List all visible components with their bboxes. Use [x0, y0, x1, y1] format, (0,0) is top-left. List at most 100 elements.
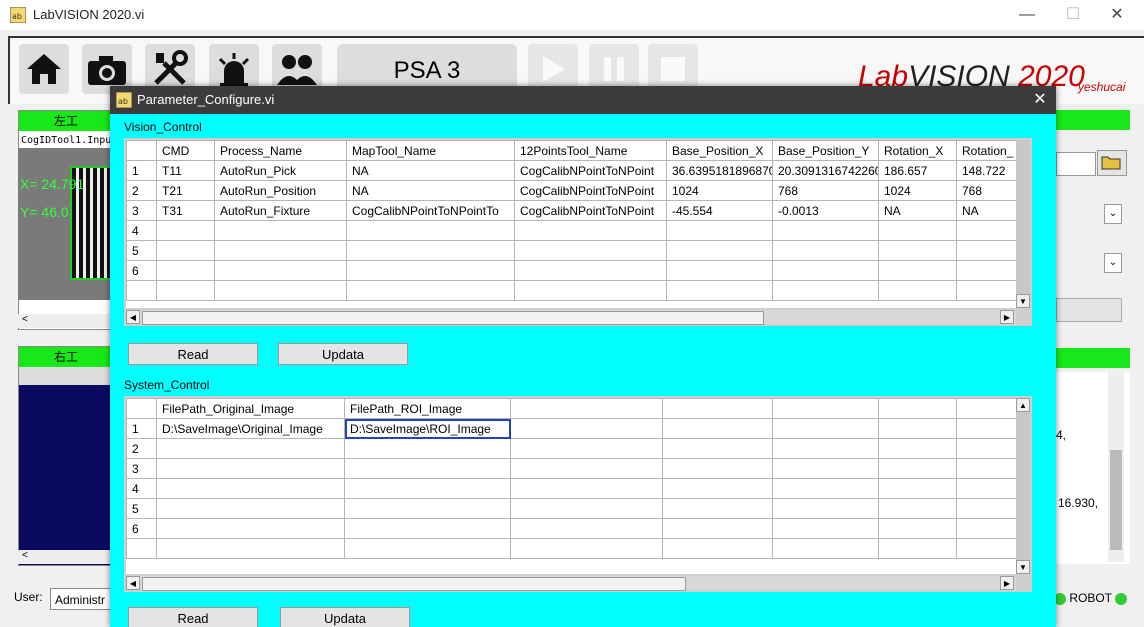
col-header-empty[interactable]: [878, 398, 957, 419]
empty-cell[interactable]: [346, 280, 515, 301]
vision-cell[interactable]: [772, 260, 879, 281]
vision-cell[interactable]: AutoRun_Fixture: [214, 200, 347, 221]
scroll-right-icon[interactable]: ▶: [1000, 310, 1014, 324]
system-cell[interactable]: [662, 438, 773, 459]
system-cell[interactable]: [662, 458, 773, 479]
system-cell[interactable]: [510, 418, 663, 439]
vision-cell[interactable]: [878, 220, 957, 241]
vision-cell[interactable]: 186.657: [878, 160, 957, 181]
system-hscroll-thumb[interactable]: [142, 577, 686, 591]
empty-cell[interactable]: [344, 538, 511, 559]
empty-cell[interactable]: [956, 538, 1016, 559]
vision-cell[interactable]: [878, 260, 957, 281]
system-cell[interactable]: [956, 518, 1016, 539]
vision-cell[interactable]: 20.3091316742260: [772, 160, 879, 181]
system-cell[interactable]: [662, 498, 773, 519]
vision-cell[interactable]: 768: [956, 180, 1016, 201]
empty-cell[interactable]: [126, 538, 157, 559]
empty-cell[interactable]: [214, 280, 347, 301]
empty-cell[interactable]: [956, 280, 1016, 301]
vision-cell[interactable]: 148.722: [956, 160, 1016, 181]
system-vscrollbar[interactable]: ▲ ▼: [1016, 398, 1030, 574]
close-button[interactable]: ✕: [1094, 0, 1140, 30]
vision-cell[interactable]: NA: [346, 180, 515, 201]
vision-hscroll-thumb[interactable]: [142, 311, 764, 325]
vision-hscrollbar[interactable]: ◀ ▶: [126, 310, 1016, 325]
vision-cell[interactable]: [666, 240, 773, 261]
system-cell[interactable]: [772, 438, 879, 459]
system-cell[interactable]: [156, 478, 345, 499]
col-header-empty[interactable]: [662, 398, 773, 419]
system-cell[interactable]: [344, 458, 511, 479]
system-cell[interactable]: [878, 478, 957, 499]
vision-cell[interactable]: CogCalibNPointToNPoint: [514, 200, 667, 221]
empty-cell[interactable]: [510, 538, 663, 559]
empty-cell[interactable]: [666, 280, 773, 301]
system-cell[interactable]: [662, 518, 773, 539]
system-cell[interactable]: [156, 438, 345, 459]
system-cell[interactable]: [662, 478, 773, 499]
system-cell[interactable]: [510, 518, 663, 539]
log-scroll-thumb[interactable]: [1110, 450, 1122, 550]
vision-cell[interactable]: [214, 240, 347, 261]
vision-cell[interactable]: [772, 220, 879, 241]
system-cell[interactable]: [156, 498, 345, 519]
vision-cell[interactable]: [514, 260, 667, 281]
col-header-rotation-x[interactable]: Rotation_X: [878, 140, 957, 161]
system-cell[interactable]: [510, 478, 663, 499]
home-button[interactable]: [19, 44, 69, 94]
system-cell[interactable]: [156, 458, 345, 479]
system-cell[interactable]: [772, 418, 879, 439]
empty-cell[interactable]: [126, 280, 157, 301]
system-cell[interactable]: [772, 518, 879, 539]
vision-cell[interactable]: NA: [956, 200, 1016, 221]
vision-cell[interactable]: [156, 260, 215, 281]
vision-cell[interactable]: [156, 220, 215, 241]
vision-cell[interactable]: -45.554: [666, 200, 773, 221]
vision-cell[interactable]: [772, 240, 879, 261]
col-header-filepath-original[interactable]: FilePath_Original_Image: [156, 398, 345, 419]
system-cell[interactable]: [344, 478, 511, 499]
scroll-up-icon[interactable]: ▲: [1016, 398, 1030, 412]
system-cell[interactable]: [510, 498, 663, 519]
vision-cell[interactable]: [214, 260, 347, 281]
empty-cell[interactable]: [662, 538, 773, 559]
dropdown-arrow-icon[interactable]: ⌄: [1104, 253, 1122, 273]
vision-read-button[interactable]: Read: [128, 343, 258, 365]
vision-cell[interactable]: CogCalibNPointToNPoint: [514, 160, 667, 181]
empty-cell[interactable]: [772, 538, 879, 559]
vision-cell[interactable]: [956, 240, 1016, 261]
vision-cell[interactable]: CogCalibNPointToNPointTo: [346, 200, 515, 221]
col-header-cmd[interactable]: CMD: [156, 140, 215, 161]
dialog-close-button[interactable]: ✕: [1028, 88, 1052, 112]
system-cell[interactable]: [878, 438, 957, 459]
path-field[interactable]: [1056, 152, 1096, 176]
system-cell[interactable]: [878, 498, 957, 519]
system-cell[interactable]: [878, 458, 957, 479]
system-read-button[interactable]: Read: [128, 607, 258, 627]
system-cell[interactable]: D:\SaveImage\Original_Image: [156, 418, 345, 439]
system-hscrollbar[interactable]: ◀ ▶: [126, 576, 1016, 591]
system-cell[interactable]: [662, 418, 773, 439]
vision-cell[interactable]: [214, 220, 347, 241]
vision-cell[interactable]: NA: [878, 200, 957, 221]
vision-cell[interactable]: AutoRun_Pick: [214, 160, 347, 181]
vision-cell[interactable]: [346, 240, 515, 261]
scroll-left-icon[interactable]: <: [22, 314, 28, 325]
system-cell[interactable]: [510, 438, 663, 459]
vision-cell[interactable]: [878, 240, 957, 261]
vision-cell[interactable]: -0.0013: [772, 200, 879, 221]
col-header-rotation[interactable]: Rotation_: [956, 140, 1016, 161]
left-hscrollbar-2[interactable]: <: [18, 550, 112, 564]
scroll-left-icon[interactable]: <: [22, 550, 28, 561]
vision-cell[interactable]: [666, 220, 773, 241]
vision-cell[interactable]: [346, 260, 515, 281]
scroll-down-icon[interactable]: ▼: [1016, 560, 1030, 574]
system-cell[interactable]: [510, 458, 663, 479]
vision-cell[interactable]: NA: [346, 160, 515, 181]
right-action-button[interactable]: [1056, 298, 1122, 322]
maximize-button[interactable]: ☐: [1050, 0, 1096, 30]
col-header-empty[interactable]: [510, 398, 663, 419]
empty-cell[interactable]: [772, 280, 879, 301]
col-header-base-position-y[interactable]: Base_Position_Y: [772, 140, 879, 161]
